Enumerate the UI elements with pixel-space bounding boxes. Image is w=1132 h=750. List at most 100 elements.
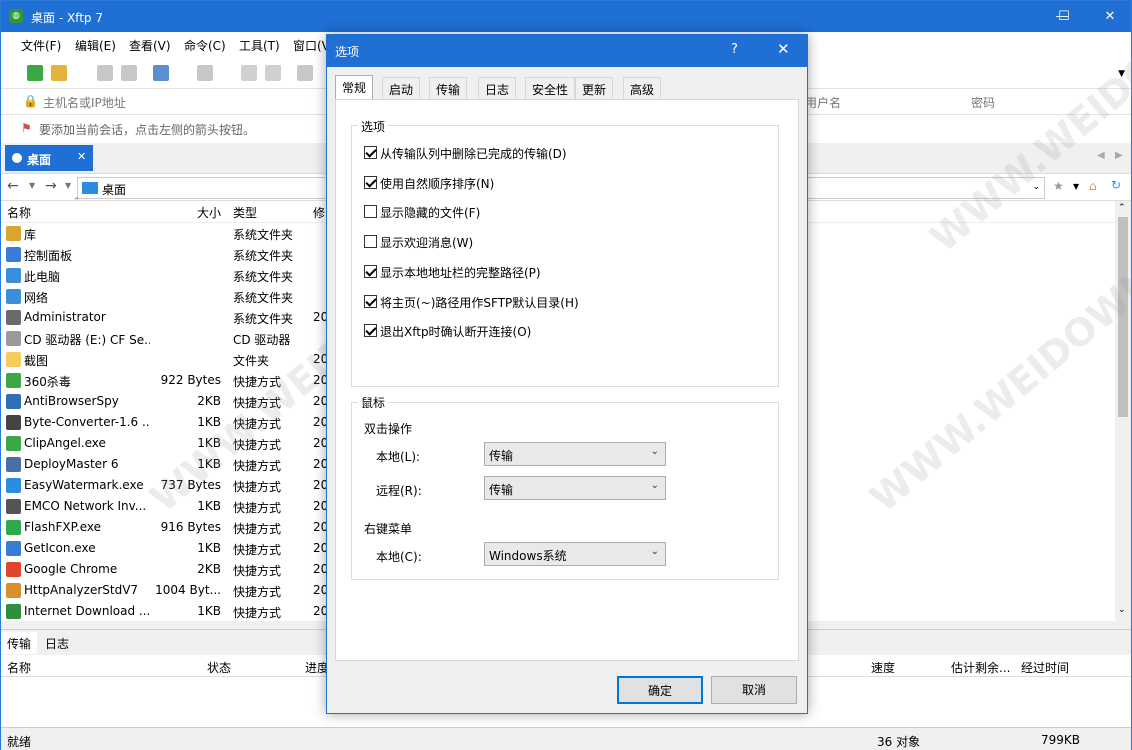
checkbox-icon[interactable] [364, 235, 377, 249]
favorite-star-icon[interactable]: ★ [1053, 179, 1064, 193]
back-icon[interactable]: ← [7, 178, 19, 194]
menu-view[interactable]: 查看(V) [129, 37, 171, 54]
favorite-dropdown-icon[interactable]: ▼ [1073, 182, 1079, 191]
cancel-button[interactable]: 取消 [711, 676, 797, 704]
tab-desktop-label: 桌面 [27, 153, 52, 167]
tab-log-settings[interactable]: 日志 [478, 77, 517, 99]
menu-tools[interactable]: 工具(T) [239, 37, 280, 54]
bookmark-arrow-icon[interactable]: ⚑ [21, 121, 32, 135]
menu-window[interactable]: 窗口(V [293, 37, 330, 54]
trans-col-elapsed[interactable]: 经过时间 [1021, 659, 1069, 676]
scroll-up-icon[interactable]: ⌃ [1118, 203, 1126, 213]
file-name: DeployMaster 6 [24, 457, 119, 471]
file-name: 网络 [24, 291, 49, 305]
scroll-down-icon[interactable]: ⌄ [1118, 605, 1126, 615]
file-modified: 20 [313, 520, 327, 534]
forward-icon[interactable]: → [45, 178, 57, 194]
username-input[interactable]: 用户名 [805, 94, 841, 111]
tab-transfer-settings[interactable]: 传输 [429, 77, 468, 99]
file-size: 1004 Byt... [155, 583, 221, 597]
col-modified[interactable]: 修 [313, 204, 325, 221]
maximize-icon[interactable]: ☐ [1041, 1, 1087, 32]
option-label: 退出Xftp时确认断开连接(O) [380, 325, 532, 340]
scrollbar-thumb[interactable] [1118, 217, 1128, 417]
file-modified: 20 [313, 415, 327, 429]
file-modified: 20 [313, 394, 327, 408]
tab-security[interactable]: 安全性 [525, 77, 576, 99]
remote-double-click-select[interactable]: 传输 ⌄ [484, 476, 666, 500]
path-dropdown-icon[interactable]: ⌄ [1032, 182, 1040, 192]
trans-col-name[interactable]: 名称 [7, 659, 31, 676]
col-name[interactable]: 名称 [7, 204, 31, 221]
checkbox-icon[interactable] [364, 294, 377, 308]
tab-scroll-right-icon[interactable]: ▶ [1115, 150, 1123, 161]
checkbox-icon[interactable] [364, 146, 377, 159]
file-modified: 20 [313, 604, 327, 618]
trans-col-speed[interactable]: 速度 [871, 659, 895, 676]
file-modified: 20 [313, 562, 327, 576]
back-dropdown-icon[interactable]: ▼ [29, 181, 35, 190]
file-type: CD 驱动器 [233, 333, 291, 347]
tab-startup[interactable]: 启动 [382, 77, 421, 99]
open-folder-icon[interactable] [51, 65, 67, 81]
context-menu-select[interactable]: Windows系统 ⌄ [484, 542, 666, 566]
local-double-click-select[interactable]: 传输 ⌄ [484, 442, 666, 466]
menu-edit[interactable]: 编辑(E) [75, 37, 116, 54]
help-icon[interactable]: ? [731, 42, 738, 57]
tab-close-icon[interactable]: ✕ [77, 150, 86, 163]
ok-button[interactable]: 确定 [617, 676, 703, 704]
file-type: 快捷方式 [233, 585, 282, 599]
menu-command[interactable]: 命令(C) [184, 37, 226, 54]
new-session-icon[interactable] [27, 65, 43, 81]
tab-transfer[interactable]: 传输 [1, 632, 38, 654]
chevron-down-icon: ⌄ [650, 480, 659, 491]
tab-log[interactable]: 日志 [39, 632, 75, 654]
file-type: 快捷方式 [233, 396, 282, 410]
checkbox-icon[interactable] [364, 175, 377, 189]
file-type: 快捷方式 [233, 480, 282, 494]
tab-advanced[interactable]: 高级 [623, 77, 662, 99]
tab-general[interactable]: 常规 [335, 75, 374, 99]
file-type: 快捷方式 [233, 543, 282, 557]
file-size: 737 Bytes [160, 478, 221, 492]
trans-col-status[interactable]: 状态 [207, 659, 231, 676]
home-icon[interactable]: ⌂ [1089, 179, 1097, 193]
menu-file[interactable]: 文件(F) [21, 37, 61, 54]
disconnect-icon[interactable] [121, 65, 137, 81]
option-label: 显示欢迎消息(W) [380, 236, 474, 251]
checkbox-icon[interactable] [364, 324, 377, 338]
context-menu-label: 右键菜单 [364, 522, 413, 536]
copy-icon[interactable] [241, 65, 257, 81]
refresh-icon[interactable]: ↻ [1111, 178, 1121, 192]
tab-scroll-left-icon[interactable]: ◀ [1097, 150, 1105, 161]
col-size[interactable]: 大小 [197, 204, 221, 221]
file-name: 库 [24, 228, 37, 242]
shortcut-icon [6, 583, 21, 598]
option-label: 将主页(~)路径用作SFTP默认目录(H) [380, 295, 579, 310]
chevron-down-icon: ⌄ [650, 546, 659, 557]
connect-icon[interactable] [97, 65, 113, 81]
checkbox-icon[interactable] [364, 205, 377, 219]
password-input[interactable]: 密码 [971, 94, 995, 111]
forward-dropdown-icon[interactable]: ▼ [65, 181, 71, 190]
paste-icon[interactable] [265, 65, 281, 81]
col-type[interactable]: 类型 [233, 204, 257, 221]
checkbox-icon[interactable] [364, 264, 377, 278]
file-modified: 20 [313, 373, 327, 387]
close-window-icon[interactable]: ✕ [1087, 1, 1132, 32]
host-input[interactable]: 主机名或IP地址 [43, 94, 126, 111]
toolbar-dropdown-icon[interactable]: ▼ [1118, 69, 1125, 79]
transfer-icon[interactable] [297, 65, 313, 81]
network-icon [6, 289, 21, 304]
file-name: AntiBrowserSpy [24, 394, 119, 408]
tab-desktop[interactable]: 桌面 ✕ [5, 145, 93, 171]
status-bar: 就绪 36 对象 799KB [1, 727, 1131, 750]
view-icon[interactable] [197, 65, 213, 81]
file-name: HttpAnalyzerStdV7 [24, 583, 139, 597]
new-folder-icon[interactable] [153, 65, 169, 81]
trans-col-remaining[interactable]: 估计剩余... [951, 659, 1010, 676]
file-size: 2KB [197, 394, 221, 408]
dialog-close-icon[interactable]: ✕ [777, 40, 790, 58]
tab-update[interactable]: 更新 [575, 77, 614, 99]
file-list-scrollbar[interactable]: ⌃ ⌄ [1115, 201, 1131, 621]
